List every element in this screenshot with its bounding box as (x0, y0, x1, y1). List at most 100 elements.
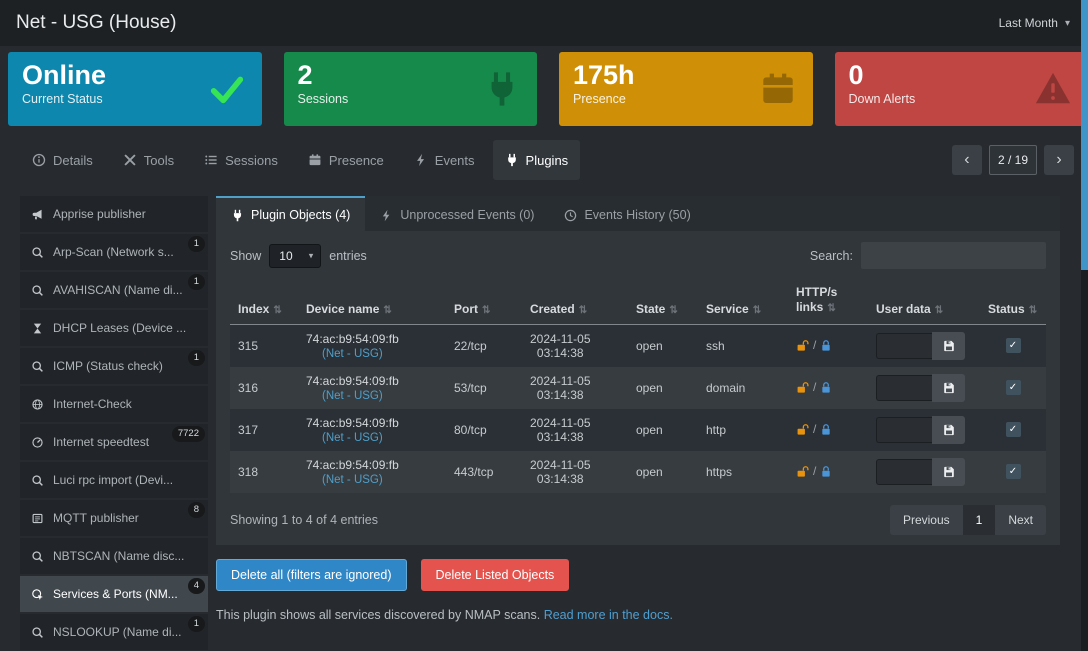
tab-label: Presence (329, 153, 384, 168)
column-header-state[interactable]: State⇅ (628, 281, 698, 324)
tab-tools[interactable]: Tools (111, 140, 186, 180)
sidebar-item-luci-rpc-import[interactable]: Luci rpc import (Devi... (20, 462, 208, 498)
created-date: 2024-11-05 (530, 458, 591, 472)
device-link[interactable]: (Net - USG) (322, 474, 383, 486)
column-label: User data (876, 302, 931, 316)
search-label: Search: (810, 249, 853, 263)
sidebar-item-mqtt-publisher[interactable]: MQTT publisher 8 (20, 500, 208, 536)
search-icon (30, 626, 45, 639)
tab-details[interactable]: Details (20, 140, 105, 180)
sidebar-item-services-ports[interactable]: Services & Ports (NM... 4 (20, 576, 208, 612)
sidebar-item-arp-scan[interactable]: Arp-Scan (Network s... 1 (20, 234, 208, 270)
tab-events[interactable]: Events (402, 140, 487, 180)
previous-page-button[interactable]: Previous (890, 505, 963, 535)
tab-presence[interactable]: Presence (296, 140, 396, 180)
column-header-index[interactable]: Index⇅ (230, 281, 298, 324)
http-link-icon[interactable] (796, 380, 810, 394)
column-header-status[interactable]: Status⇅ (980, 281, 1046, 324)
device-link[interactable]: (Net - USG) (322, 390, 383, 402)
prev-device-button[interactable]: ‹ (952, 145, 982, 175)
tab-plugins[interactable]: Plugins (493, 140, 581, 180)
calendar-icon (759, 70, 797, 108)
device-pager: ‹ 2 / 19 › (952, 145, 1074, 175)
tab-unprocessed-events[interactable]: Unprocessed Events (0) (365, 196, 549, 231)
user-data-input[interactable] (876, 375, 932, 401)
sidebar-item-internet-speedtest[interactable]: Internet speedtest 7722 (20, 424, 208, 460)
sidebar-item-avahiscan[interactable]: AVAHISCAN (Name di... 1 (20, 272, 208, 308)
column-header-http-links[interactable]: HTTP/s links⇅ (788, 281, 868, 324)
tab-sessions[interactable]: Sessions (192, 140, 290, 180)
http-link-icon[interactable] (796, 338, 810, 352)
globe-pointer-icon (30, 588, 45, 601)
sidebar-item-icmp[interactable]: ICMP (Status check) 1 (20, 348, 208, 384)
cell-http-links: / (788, 324, 868, 367)
page-number-button[interactable]: 1 (963, 505, 996, 535)
delete-all-button[interactable]: Delete all (filters are ignored) (216, 559, 407, 591)
status-checkbox[interactable]: ✓ (1006, 422, 1021, 437)
sidebar-item-nslookup[interactable]: NSLOOKUP (Name di... 1 (20, 614, 208, 650)
page-size-select[interactable]: 10 ▾ (269, 244, 321, 268)
table-row: 318 74:ac:b9:54:09:fb(Net - USG) 443/tcp… (230, 451, 1046, 493)
sidebar-item-badge: 8 (188, 502, 205, 518)
sidebar-item-apprise-publisher[interactable]: Apprise publisher (20, 196, 208, 232)
column-header-created[interactable]: Created⇅ (522, 281, 628, 324)
table-controls: Show 10 ▾ entries Search: (230, 242, 1046, 269)
save-button[interactable] (932, 374, 965, 402)
action-buttons: Delete all (filters are ignored) Delete … (216, 559, 1060, 591)
created-date: 2024-11-05 (530, 332, 591, 346)
tab-plugin-objects[interactable]: Plugin Objects (4) (216, 196, 365, 231)
http-link-icon[interactable] (796, 464, 810, 478)
cell-device: 74:ac:b9:54:09:fb(Net - USG) (298, 324, 446, 367)
plugin-sidebar: Apprise publisher Arp-Scan (Network s...… (20, 196, 208, 651)
sidebar-item-internet-check[interactable]: Internet-Check (20, 386, 208, 422)
status-checkbox[interactable]: ✓ (1006, 464, 1021, 479)
sidebar-item-nbtscan[interactable]: NBTSCAN (Name disc... (20, 538, 208, 574)
cell-user-data (868, 324, 980, 367)
cell-service: http (698, 409, 788, 451)
column-header-service[interactable]: Service⇅ (698, 281, 788, 324)
tab-events-history[interactable]: Events History (50) (549, 196, 705, 231)
device-link[interactable]: (Net - USG) (322, 432, 383, 444)
column-header-device-name[interactable]: Device name⇅ (298, 281, 446, 324)
https-link-icon[interactable] (819, 380, 833, 394)
save-button[interactable] (932, 416, 965, 444)
plug-icon (505, 153, 519, 167)
column-header-user-data[interactable]: User data ⇅ (868, 281, 980, 324)
column-label: Service (706, 302, 749, 316)
https-link-icon[interactable] (819, 338, 833, 352)
sort-icon: ⇅ (935, 305, 943, 316)
save-button[interactable] (932, 332, 965, 360)
sidebar-item-label: DHCP Leases (Device ... (53, 321, 186, 335)
https-link-icon[interactable] (819, 422, 833, 436)
sidebar-item-badge: 7722 (172, 426, 205, 442)
scrollbar[interactable] (1081, 0, 1088, 651)
user-data-input[interactable] (876, 333, 932, 359)
https-link-icon[interactable] (819, 464, 833, 478)
http-link-icon[interactable] (796, 422, 810, 436)
created-time: 03:14:38 (537, 346, 584, 360)
next-page-button[interactable]: Next (995, 505, 1046, 535)
sidebar-item-dhcp-leases[interactable]: DHCP Leases (Device ... (20, 310, 208, 346)
user-data-input[interactable] (876, 417, 932, 443)
plugin-tab-label: Unprocessed Events (0) (400, 208, 534, 222)
status-card-presence: 175h Presence (559, 52, 813, 126)
delete-listed-button[interactable]: Delete Listed Objects (421, 559, 570, 591)
search-input[interactable] (861, 242, 1046, 269)
cell-created: 2024-11-0503:14:38 (522, 367, 628, 409)
sidebar-item-label: Luci rpc import (Devi... (53, 473, 173, 487)
column-label: Created (530, 302, 575, 316)
column-header-port[interactable]: Port⇅ (446, 281, 522, 324)
status-checkbox[interactable]: ✓ (1006, 380, 1021, 395)
user-data-input[interactable] (876, 459, 932, 485)
period-selector[interactable]: Last Month ▾ (999, 16, 1070, 30)
cell-state: open (628, 367, 698, 409)
scrollbar-thumb[interactable] (1081, 0, 1088, 270)
bolt-icon (380, 209, 393, 222)
save-button[interactable] (932, 458, 965, 486)
status-checkbox[interactable]: ✓ (1006, 338, 1021, 353)
next-device-button[interactable]: › (1044, 145, 1074, 175)
docs-link[interactable]: Read more in the docs. (544, 608, 673, 622)
entries-summary: Showing 1 to 4 of 4 entries (230, 513, 378, 527)
cell-state: open (628, 409, 698, 451)
device-link[interactable]: (Net - USG) (322, 348, 383, 360)
